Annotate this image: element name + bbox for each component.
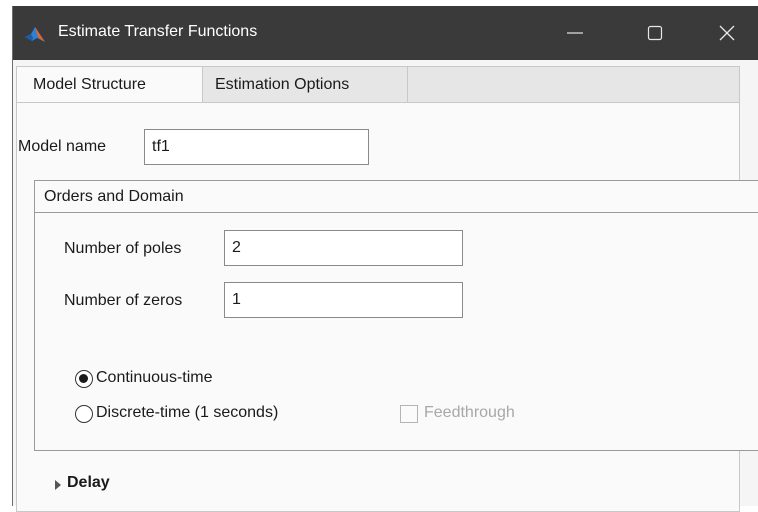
window-title: Estimate Transfer Functions (58, 23, 258, 40)
tab-estimation-options[interactable]: Estimation Options (202, 66, 408, 104)
maximize-icon[interactable] (635, 18, 675, 48)
close-icon[interactable] (707, 18, 747, 48)
orders-domain-title: Orders and Domain (35, 181, 758, 213)
feedthrough-label: Feedthrough (424, 404, 515, 421)
matlab-icon (25, 25, 45, 43)
discrete-time-label[interactable]: Discrete-time (1 seconds) (96, 404, 278, 422)
zeros-input[interactable]: 1 (224, 282, 463, 318)
tab-model-structure[interactable]: Model Structure (16, 66, 203, 104)
tab-bar: Model Structure Estimation Options (16, 66, 740, 104)
minimize-icon[interactable] (555, 18, 595, 48)
model-name-input[interactable]: tf1 (144, 129, 369, 165)
continuous-time-label[interactable]: Continuous-time (96, 369, 213, 387)
model-name-label: Model name (18, 138, 107, 155)
delay-section-header[interactable]: Delay (67, 474, 110, 492)
continuous-time-radio[interactable] (75, 370, 93, 388)
poles-input[interactable]: 2 (224, 230, 463, 266)
expand-caret-icon[interactable] (54, 478, 62, 496)
title-bar[interactable]: Estimate Transfer Functions (13, 6, 758, 60)
feedthrough-checkbox[interactable] (400, 405, 418, 423)
zeros-label: Number of zeros (64, 292, 183, 309)
poles-label: Number of poles (64, 240, 182, 257)
discrete-time-radio[interactable] (75, 405, 93, 423)
